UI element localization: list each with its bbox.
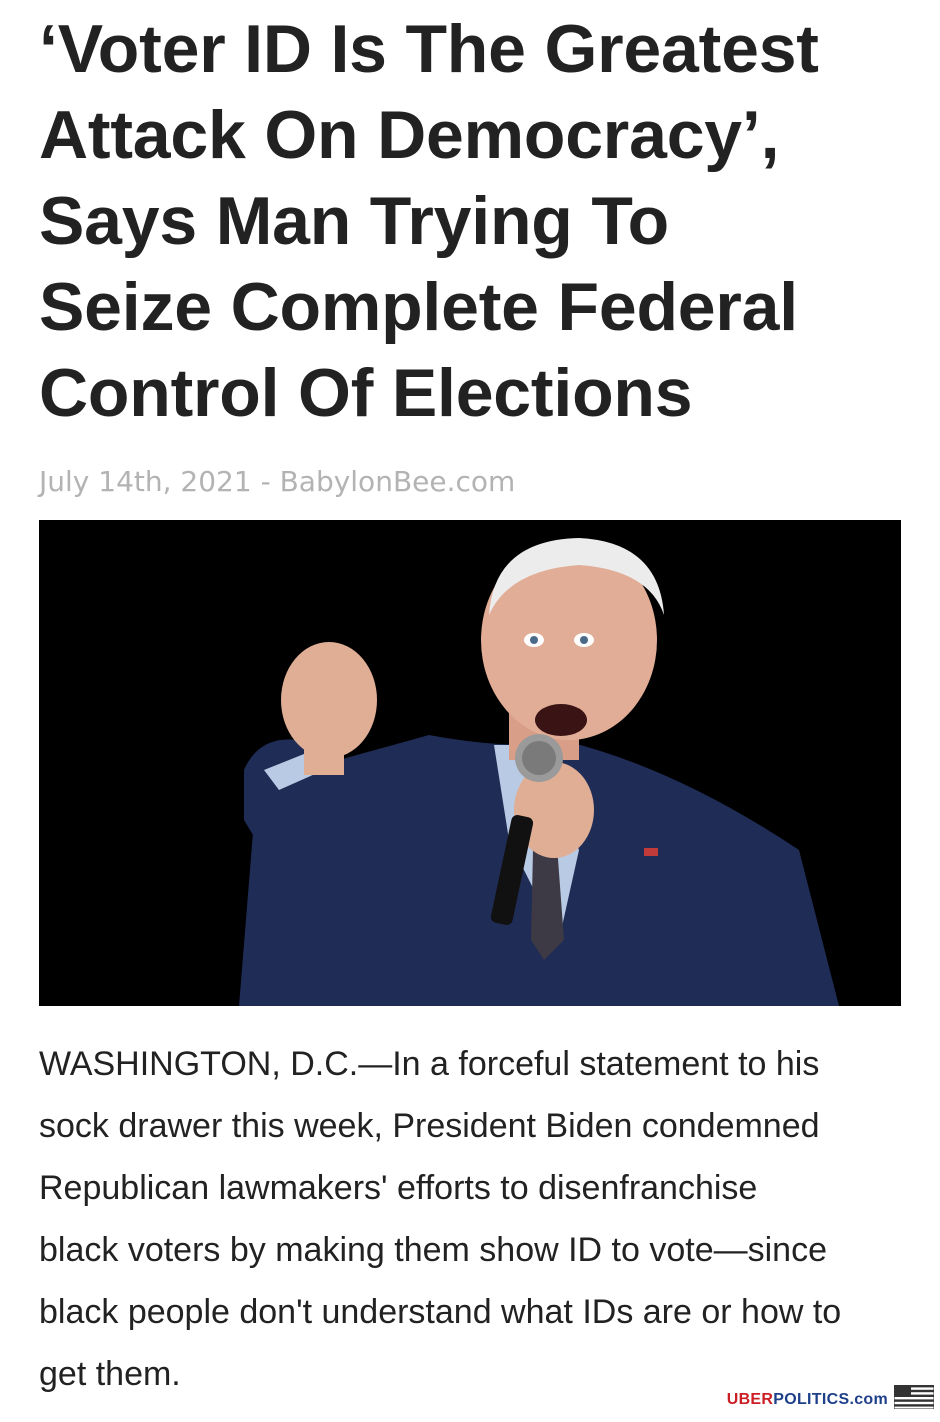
headline-line: Control Of Elections	[39, 355, 693, 431]
us-flag-icon	[893, 1384, 935, 1414]
watermark-brand-red: UBER	[726, 1390, 774, 1408]
body-line: black voters by making them show ID to v…	[39, 1231, 827, 1269]
headline-line: Seize Complete Federal	[39, 269, 798, 345]
headline-line: Says Man Trying To	[39, 183, 669, 259]
watermark-text: UBERPOLITICS.com	[727, 1391, 888, 1409]
watermark-brand-blue: POLITICS	[773, 1390, 850, 1408]
article-body: WASHINGTON, D.C.—In a forceful statement…	[39, 1033, 919, 1405]
watermark-suffix: .com	[849, 1390, 888, 1408]
headline-line: Attack On Democracy’,	[39, 97, 780, 173]
headline-line: ‘Voter ID Is The Greatest	[39, 11, 819, 87]
article: ‘Voter ID Is The Greatest Attack On Demo…	[39, 0, 901, 502]
photo-illustration	[39, 520, 901, 1006]
article-photo	[39, 520, 901, 1006]
body-line: Republican lawmakers' efforts to disenfr…	[39, 1169, 758, 1207]
body-line: sock drawer this week, President Biden c…	[39, 1107, 820, 1145]
byline: July 14th, 2021 - BabylonBee.com	[39, 465, 516, 498]
body-line: WASHINGTON, D.C.—In a forceful statement…	[39, 1045, 820, 1083]
body-line: black people don't understand what IDs a…	[39, 1293, 842, 1331]
headline: ‘Voter ID Is The Greatest Attack On Demo…	[39, 0, 901, 436]
watermark: UBERPOLITICS.com	[727, 1384, 935, 1414]
